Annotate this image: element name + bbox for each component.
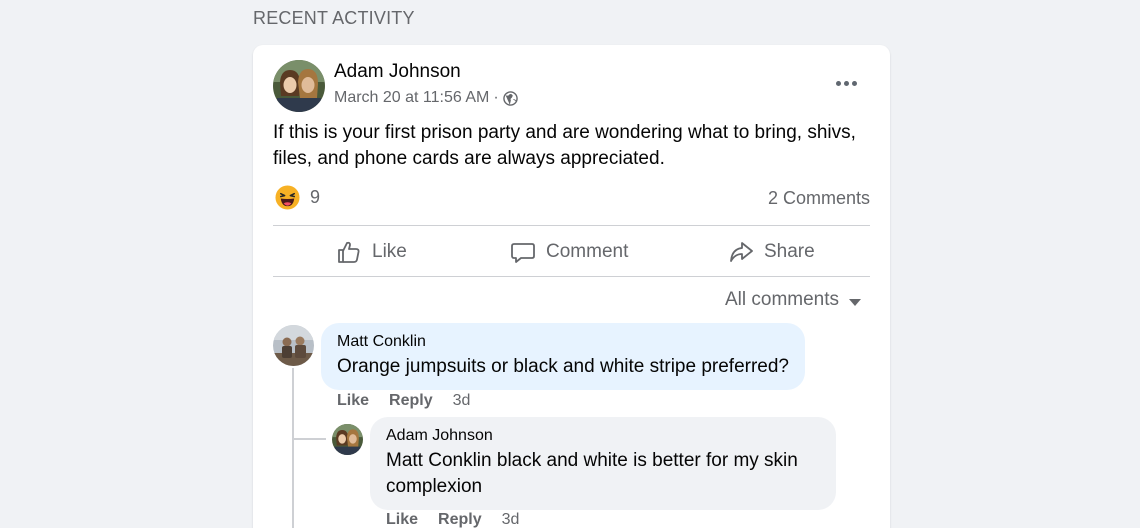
comment-like-link[interactable]: Like — [337, 392, 369, 410]
thread-line-vertical — [292, 368, 294, 528]
post-card: Adam Johnson March 20 at 11:56 AM · If t… — [253, 45, 890, 528]
haha-icon — [275, 185, 300, 210]
reply-author-avatar[interactable] — [332, 424, 363, 455]
post-author-avatar[interactable] — [273, 60, 325, 112]
share-button[interactable]: Share — [728, 235, 815, 269]
share-label: Share — [764, 241, 815, 262]
globe-icon — [502, 90, 518, 106]
all-comments-dropdown[interactable]: All comments — [725, 289, 862, 311]
more-dots-icon[interactable] — [831, 75, 861, 91]
comment-time[interactable]: 3d — [453, 392, 471, 410]
reply-time[interactable]: 3d — [502, 511, 520, 528]
comment-bubble: Matt Conklin Orange jumpsuits or black a… — [321, 323, 806, 390]
caret-down-icon — [849, 298, 862, 306]
share-arrow-icon — [728, 239, 754, 265]
meta-separator: · — [493, 89, 499, 106]
post-timestamp[interactable]: March 20 at 11:56 AM — [334, 89, 489, 107]
post-author-name[interactable]: Adam Johnson — [334, 61, 461, 83]
all-comments-label: All comments — [725, 289, 840, 310]
reply-like-link[interactable]: Like — [386, 511, 418, 528]
reaction-count: 9 — [310, 187, 321, 207]
reply-mention-link[interactable]: Matt Conklin — [386, 450, 492, 471]
divider-bottom — [273, 276, 870, 277]
like-button[interactable]: Like — [336, 235, 407, 269]
comment-reply-link[interactable]: Reply — [389, 392, 433, 410]
thread-line-branch — [294, 438, 326, 440]
comment-count-link[interactable]: 2 Comments — [768, 188, 870, 209]
thumbs-up-icon — [336, 239, 362, 265]
reply-reply-link[interactable]: Reply — [438, 511, 482, 528]
commenter-avatar[interactable] — [273, 325, 314, 366]
reply-author-name[interactable]: Adam Johnson — [386, 427, 820, 445]
reaction-summary[interactable]: 9 — [275, 185, 320, 210]
comment-button[interactable]: Comment — [510, 235, 628, 269]
post-text: If this is your first prison party and a… — [273, 122, 856, 169]
reply-bubble: Adam Johnson Matt Conklin black and whit… — [370, 417, 836, 510]
comment-author-name[interactable]: Matt Conklin — [337, 333, 789, 351]
like-label: Like — [372, 241, 407, 262]
section-title: RECENT ACTIVITY — [253, 8, 415, 28]
speech-bubble-icon — [510, 239, 536, 265]
comment-text: Orange jumpsuits or black and white stri… — [337, 356, 790, 377]
comment-actions: Like Reply 3d — [337, 392, 470, 410]
post-meta: March 20 at 11:56 AM · — [334, 89, 518, 107]
divider-top — [273, 225, 870, 226]
reply-actions: Like Reply 3d — [386, 511, 519, 528]
reply-text-container: Matt Conklin black and white is better f… — [386, 450, 798, 497]
comment-label: Comment — [546, 241, 629, 262]
